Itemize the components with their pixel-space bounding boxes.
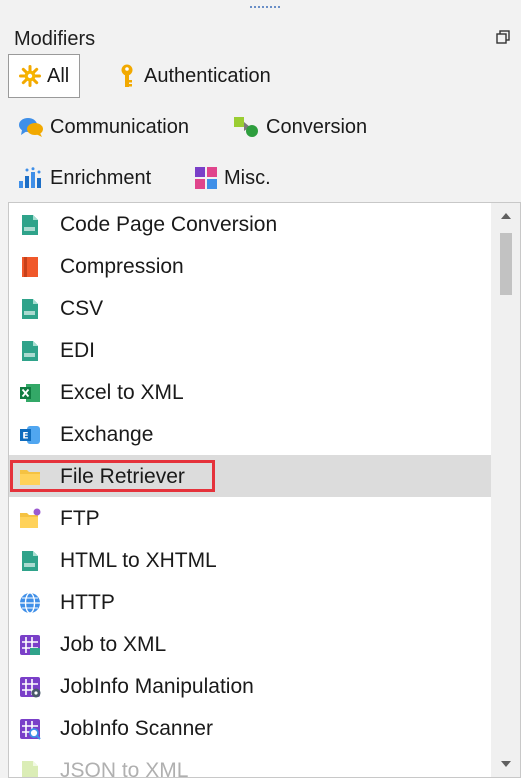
filter-enrichment-label: Enrichment: [50, 166, 152, 189]
filter-misc-label: Misc.: [224, 166, 271, 189]
enrichment-icon: [19, 167, 41, 188]
list-item-label: JobInfo Manipulation: [60, 675, 254, 698]
drag-grip-handle[interactable]: [250, 6, 280, 12]
folder-icon: [20, 470, 40, 485]
job-grid-icon: [20, 635, 40, 655]
list-item-exchange[interactable]: E Exchange: [9, 413, 491, 455]
list-item-ftp[interactable]: FTP: [9, 497, 491, 539]
list-item-label: Job to XML: [60, 633, 167, 656]
list-item-label: Excel to XML: [60, 381, 184, 404]
list-item-excel-to-xml[interactable]: Excel to XML: [9, 371, 491, 413]
html-file-icon: [22, 551, 38, 571]
list-item-label: EDI: [60, 339, 96, 362]
ftp-folder-icon: [20, 508, 41, 528]
filter-authentication-button[interactable]: Authentication: [106, 54, 281, 98]
list-item-compression[interactable]: Compression: [9, 245, 491, 287]
job-search-icon: [20, 719, 41, 740]
list-item-json-to-xml[interactable]: JSON to XML: [9, 749, 491, 778]
json-file-icon: [22, 761, 38, 777]
filter-misc-button[interactable]: Misc.: [184, 156, 281, 200]
filter-conversion-button[interactable]: Conversion: [222, 105, 377, 149]
scrollbar-thumb[interactable]: [500, 233, 512, 295]
list-item-http[interactable]: HTTP: [9, 581, 491, 623]
restore-window-icon[interactable]: [496, 30, 510, 44]
list-item-file-retriever[interactable]: File Retriever: [9, 455, 491, 497]
list-item-label: Exchange: [60, 423, 154, 446]
list-item-label: HTML to XHTML: [60, 549, 217, 572]
chat-bubbles-icon: [19, 118, 43, 137]
filter-enrichment-button[interactable]: Enrichment: [8, 156, 161, 200]
asc-file-icon: [22, 215, 38, 235]
list-item-jobinfo-manipulation[interactable]: JobInfo Manipulation: [9, 665, 491, 707]
list-item-html-to-xhtml[interactable]: HTML to XHTML: [9, 539, 491, 581]
exchange-icon: E: [20, 426, 40, 444]
list-item-label: File Retriever: [60, 465, 185, 488]
key-icon: [121, 64, 133, 87]
scroll-up-arrow-icon[interactable]: [491, 203, 521, 229]
list-item-edi[interactable]: EDI: [9, 329, 491, 371]
filter-all-label: All: [47, 64, 70, 87]
list-item-label: CSV: [60, 297, 104, 320]
list-item-label: Compression: [60, 255, 184, 278]
filter-conversion-label: Conversion: [266, 115, 368, 138]
list-item-label: Code Page Conversion: [60, 213, 278, 236]
list-item-csv[interactable]: CSV: [9, 287, 491, 329]
csv-file-icon: [22, 299, 38, 319]
filter-communication-button[interactable]: Communication: [8, 105, 199, 149]
filter-all-button[interactable]: All: [8, 54, 81, 98]
list-item-label: JSON to XML: [60, 759, 189, 778]
conversion-icon: [234, 117, 258, 137]
list-item-label: HTTP: [60, 591, 115, 614]
category-filter-bar: All Authentication Communication Convers…: [0, 52, 521, 202]
misc-blocks-icon: [195, 167, 217, 189]
list-item-jobinfo-scanner[interactable]: JobInfo Scanner: [9, 707, 491, 749]
modifiers-panel: Modifiers All Authentication Communicati…: [0, 0, 521, 778]
list-item-label: FTP: [60, 507, 100, 530]
vertical-scrollbar[interactable]: [491, 203, 521, 777]
edi-file-icon: [22, 341, 38, 361]
list-item-job-to-xml[interactable]: Job to XML: [9, 623, 491, 665]
filter-communication-label: Communication: [50, 115, 189, 138]
job-gear-icon: [20, 677, 41, 698]
scroll-down-arrow-icon[interactable]: [491, 751, 521, 777]
filter-authentication-label: Authentication: [144, 64, 271, 87]
globe-icon: [20, 592, 40, 614]
excel-icon: [20, 384, 40, 402]
list-item-label: JobInfo Scanner: [60, 717, 213, 740]
gear-sun-icon: [19, 65, 41, 87]
svg-text:E: E: [22, 432, 28, 442]
panel-header: Modifiers: [0, 22, 521, 52]
list-item-code-page-conversion[interactable]: Code Page Conversion: [9, 203, 491, 245]
panel-title: Modifiers: [14, 28, 96, 50]
modifiers-list[interactable]: Code Page Conversion Compression CSV EDI…: [8, 202, 521, 778]
compression-icon: [22, 257, 38, 277]
